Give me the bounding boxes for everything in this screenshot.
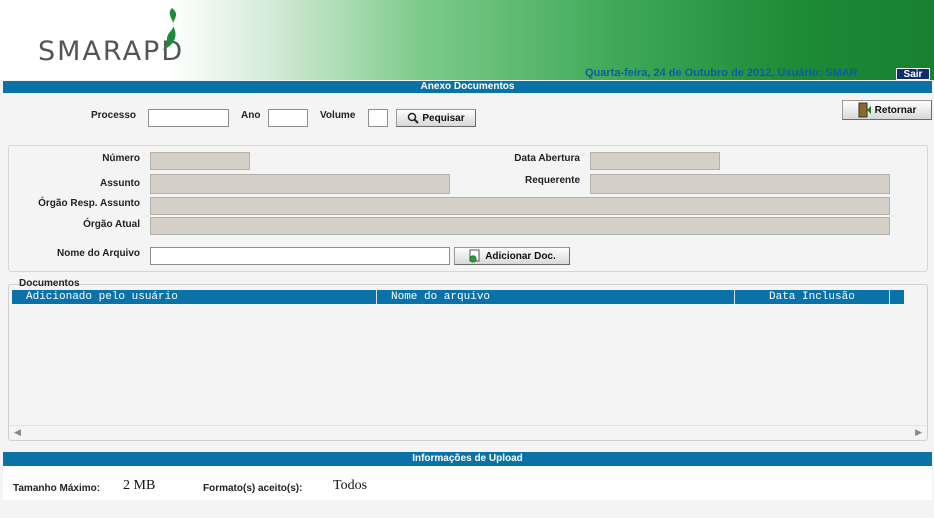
processo-label: Processo	[91, 110, 137, 121]
column-header-filename[interactable]: Nome do arquivo	[377, 290, 735, 304]
scroll-left-icon[interactable]: ◀	[14, 427, 21, 438]
door-exit-icon	[858, 102, 871, 118]
assunto-field	[150, 174, 450, 194]
ano-input[interactable]	[268, 109, 308, 127]
nome-arquivo-input[interactable]	[150, 247, 450, 265]
max-size-value: 2 MB	[123, 478, 156, 493]
back-button-label: Retornar	[874, 104, 917, 116]
requerente-label: Requerente	[524, 175, 580, 186]
data-abertura-field	[590, 152, 720, 170]
volume-input[interactable]	[368, 109, 388, 127]
orgao-atual-field	[150, 217, 890, 235]
nome-arquivo-label: Nome do Arquivo	[57, 248, 140, 259]
column-header-spacer	[890, 290, 904, 304]
documents-grid	[8, 284, 928, 441]
documents-section-label: Documentos	[19, 278, 80, 289]
magnifier-icon	[408, 112, 420, 124]
upload-info-bar: Informações de Upload	[3, 452, 932, 466]
add-document-button-label: Adicionar Doc.	[485, 250, 556, 262]
orgao-resp-field	[150, 197, 890, 215]
column-header-user[interactable]: Adicionado pelo usuário	[12, 290, 377, 304]
orgao-atual-label: Órgão Atual	[83, 219, 140, 230]
scroll-right-icon[interactable]: ▶	[915, 427, 922, 438]
volume-label: Volume	[320, 110, 356, 121]
column-header-date[interactable]: Data Inclusão	[735, 290, 890, 304]
numero-field	[150, 152, 250, 170]
search-button-label: Pequisar	[422, 112, 465, 124]
formats-label: Formato(s) aceito(s):	[203, 483, 303, 494]
requerente-field	[590, 174, 890, 194]
formats-value: Todos	[333, 478, 368, 493]
max-size-label: Tamanho Máximo:	[13, 483, 101, 494]
app-window: SMARAPD Quarta-feira, 24 de Outubro de 2…	[0, 0, 934, 518]
logo-leaf-icon	[162, 8, 177, 50]
assunto-label: Assunto	[100, 178, 140, 189]
orgao-resp-label: Órgão Resp. Assunto	[38, 198, 140, 209]
processo-input[interactable]	[148, 109, 229, 127]
search-button[interactable]: Pequisar	[396, 109, 476, 127]
horizontal-scrollbar[interactable]: ◀ ▶	[10, 425, 926, 437]
numero-label: Número	[102, 153, 140, 164]
header-date-user: Quarta-feira, 24 de Outubro de 2012, Usu…	[585, 67, 858, 79]
header-banner: SMARAPD Quarta-feira, 24 de Outubro de 2…	[0, 0, 934, 80]
data-abertura-label: Data Abertura	[514, 153, 580, 164]
documents-grid-header: Adicionado pelo usuário Nome do arquivo …	[12, 290, 904, 304]
back-button[interactable]: Retornar	[842, 100, 932, 120]
page-title: Anexo Documentos	[3, 81, 932, 93]
add-document-icon	[469, 249, 480, 263]
logout-button[interactable]: Sair	[896, 68, 930, 80]
add-document-button[interactable]: Adicionar Doc.	[454, 247, 570, 265]
ano-label: Ano	[241, 110, 261, 121]
upload-info-area: Tamanho Máximo: 2 MB Formato(s) aceito(s…	[3, 466, 932, 500]
